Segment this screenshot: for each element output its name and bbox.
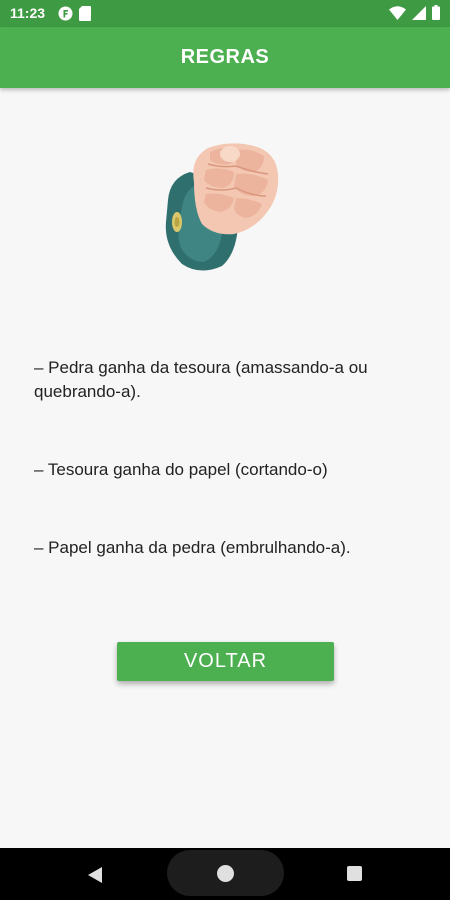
navigation-bar xyxy=(0,848,450,900)
sd-card-icon xyxy=(79,6,91,21)
app-bar: REGRAS xyxy=(0,27,450,88)
rule-rock-beats-scissors: – Pedra ganha da tesoura (amassando-a ou… xyxy=(34,358,368,401)
rule-paper-beats-rock: – Papel ganha da pedra (embrulhando-a). xyxy=(34,538,351,557)
recents-icon[interactable] xyxy=(347,866,362,881)
back-button[interactable]: VOLTAR xyxy=(117,642,334,681)
rule-scissors-beats-paper: – Tesoura ganha do papel (cortando-o) xyxy=(34,460,328,479)
home-icon[interactable] xyxy=(217,865,234,882)
page-title: REGRAS xyxy=(180,46,270,68)
battery-icon xyxy=(432,5,440,20)
signal-icon xyxy=(412,5,426,20)
notification-f-icon xyxy=(58,6,73,21)
pointing-hand-icon xyxy=(165,143,279,271)
status-right-icons xyxy=(389,5,440,20)
back-icon[interactable] xyxy=(86,866,104,884)
screen: 11:23 REGRAS – Pedra ganha da tesoura (a… xyxy=(0,0,450,900)
wifi-icon xyxy=(389,5,406,20)
status-bar: 11:23 xyxy=(0,0,450,27)
status-left-icons xyxy=(58,6,91,21)
status-time: 11:23 xyxy=(10,5,46,21)
